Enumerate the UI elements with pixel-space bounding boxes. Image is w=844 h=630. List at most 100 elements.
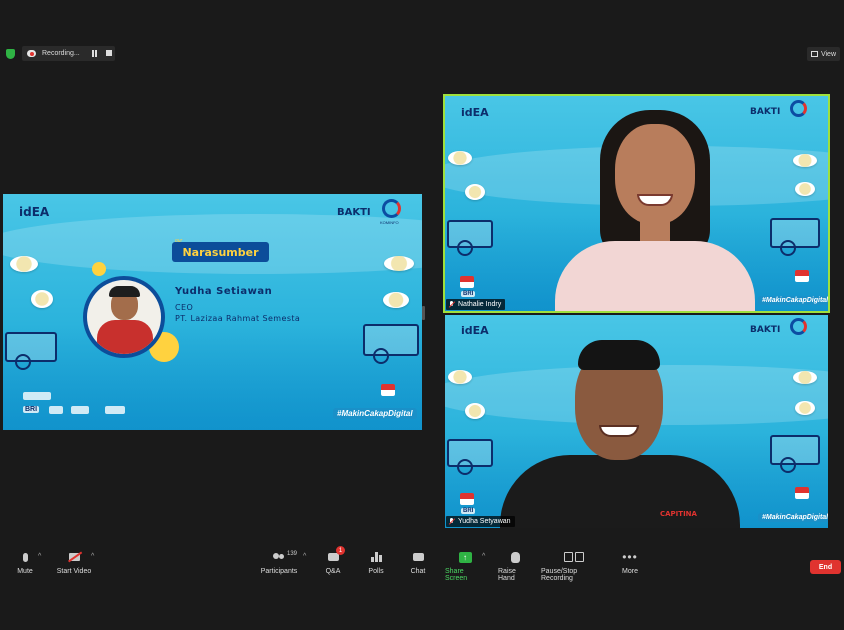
shirt-logo: CAPITINA	[660, 510, 697, 518]
raise-hand-button[interactable]: Raise Hand	[498, 550, 532, 582]
food-cart-illustration	[363, 324, 419, 364]
raise-hand-label: Raise Hand	[498, 568, 516, 582]
more-button[interactable]: ••• More	[620, 550, 640, 575]
sponsor-logo	[49, 406, 63, 414]
idea-logo: idEA	[19, 205, 50, 219]
view-label: View	[820, 50, 836, 58]
participant-video-tile[interactable]: idEA BAKTI BRI #MakinCakapDigital Nathal…	[443, 94, 830, 313]
speaker-role: CEO	[175, 303, 194, 312]
end-meeting-button[interactable]: End	[810, 560, 841, 574]
food-bowl-icon	[31, 290, 53, 308]
food-cart-illustration	[447, 220, 493, 256]
participants-label: Participants	[260, 568, 298, 575]
qa-icon	[327, 553, 339, 561]
bar-chart-icon	[370, 552, 382, 562]
stop-recording-icon[interactable]	[106, 50, 112, 56]
speaker-name: Yudha Setiawan	[175, 286, 273, 297]
meeting-toolbar: Mute ^ Start Video ^ 139 Participants ^ …	[0, 546, 844, 582]
top-bar: Recording... View	[0, 46, 844, 62]
hand-icon	[510, 551, 520, 563]
kominfo-logo-icon	[790, 318, 807, 335]
kominfo-logo-icon	[382, 199, 401, 218]
polls-button[interactable]: Polls	[365, 550, 387, 575]
people-icon	[272, 552, 286, 562]
qa-label: Q&A	[325, 568, 341, 575]
food-cart-illustration	[770, 218, 820, 256]
start-video-button[interactable]: Start Video	[55, 550, 93, 575]
zoom-meeting-window: Recording... View idEA BAKTI KOMINFO our…	[0, 0, 844, 630]
share-options-chevron-icon[interactable]: ^	[482, 553, 485, 560]
indonesia-flag-icon	[381, 384, 395, 396]
video-off-icon	[68, 553, 80, 561]
audio-options-chevron-icon[interactable]: ^	[38, 553, 41, 560]
share-screen-label: Share Screen	[445, 568, 468, 582]
food-bowl-icon	[383, 292, 409, 308]
qa-button[interactable]: 1 Q&A	[322, 546, 345, 575]
bri-logo: BRI	[461, 291, 476, 297]
pause-stop-recording-button[interactable]: Pause/Stop Recording	[541, 550, 606, 582]
mic-muted-icon	[448, 517, 455, 526]
sponsor-logo	[105, 406, 125, 414]
idea-logo: idEA	[461, 324, 489, 337]
hashtag-label: #MakinCakapDigital	[758, 296, 828, 305]
bakti-logo: BAKTI	[337, 207, 371, 218]
participant-name-tag: Yudha Setyawan	[446, 516, 515, 527]
decor-circle	[92, 262, 106, 276]
share-screen-button[interactable]: ↑ Share Screen	[445, 550, 485, 582]
food-cart-illustration	[5, 332, 57, 370]
mute-label: Mute	[17, 568, 33, 575]
indonesia-flag-icon	[460, 493, 474, 505]
participant-video-tile[interactable]: idEA BAKTI CAPITINA BRI #MakinCakapDigit…	[445, 315, 828, 528]
section-title: Narasumber	[172, 242, 269, 262]
indonesia-flag-icon	[795, 487, 809, 499]
chat-label: Chat	[410, 568, 426, 575]
chat-bubble-icon	[412, 553, 424, 561]
food-bowl-icon	[795, 182, 815, 196]
start-video-label: Start Video	[56, 568, 92, 575]
food-plate-icon	[448, 151, 472, 165]
food-plate-icon	[384, 256, 414, 271]
idea-logo: idEA	[461, 106, 489, 119]
participants-options-chevron-icon[interactable]: ^	[303, 553, 306, 560]
indonesia-flag-icon	[795, 270, 809, 282]
food-plate-icon	[793, 371, 817, 384]
indonesia-flag-icon	[460, 276, 474, 288]
speaker-avatar	[83, 276, 165, 358]
bri-logo: BRI	[461, 508, 476, 514]
mic-muted-icon	[448, 300, 455, 309]
mute-button[interactable]: Mute	[12, 550, 38, 575]
cloud-recording-icon	[27, 50, 36, 57]
food-cart-illustration	[447, 439, 493, 475]
more-label: More	[622, 568, 638, 575]
participant-name: Yudha Setyawan	[458, 518, 511, 525]
qa-badge: 1	[336, 546, 345, 555]
microphone-icon	[22, 552, 28, 562]
chat-button[interactable]: Chat	[408, 550, 428, 575]
grid-view-icon	[810, 51, 818, 57]
shared-screen[interactable]: idEA BAKTI KOMINFO our Narasumber Yudha …	[3, 194, 422, 430]
food-plate-icon	[448, 370, 472, 384]
participants-count: 139	[287, 551, 298, 557]
security-shield-icon[interactable]	[6, 49, 15, 59]
food-plate-icon	[10, 256, 38, 272]
sponsor-logo	[23, 392, 51, 400]
food-cart-illustration	[770, 435, 820, 473]
recording-indicator: Recording...	[22, 46, 115, 61]
view-button[interactable]: View	[806, 47, 840, 61]
speaker-organization: PT. Lazizaa Rahmat Semesta	[175, 314, 301, 323]
video-options-chevron-icon[interactable]: ^	[91, 553, 94, 560]
pause-recording-icon[interactable]	[92, 50, 97, 57]
participant-name: Nathalie Indry	[458, 301, 502, 308]
food-bowl-icon	[465, 184, 485, 200]
kominfo-label: KOMINFO	[380, 220, 399, 225]
bri-logo: BRI	[23, 406, 40, 413]
hashtag-label: #MakinCakapDigital	[758, 513, 828, 522]
pause-stop-icon	[563, 552, 584, 562]
kominfo-logo-icon	[790, 100, 807, 117]
food-bowl-icon	[465, 403, 485, 419]
participants-button[interactable]: 139 Participants	[259, 550, 299, 575]
bakti-logo: BAKTI	[750, 107, 781, 117]
sponsor-logo	[71, 406, 89, 414]
resize-handle[interactable]	[422, 306, 425, 320]
polls-label: Polls	[368, 568, 384, 575]
